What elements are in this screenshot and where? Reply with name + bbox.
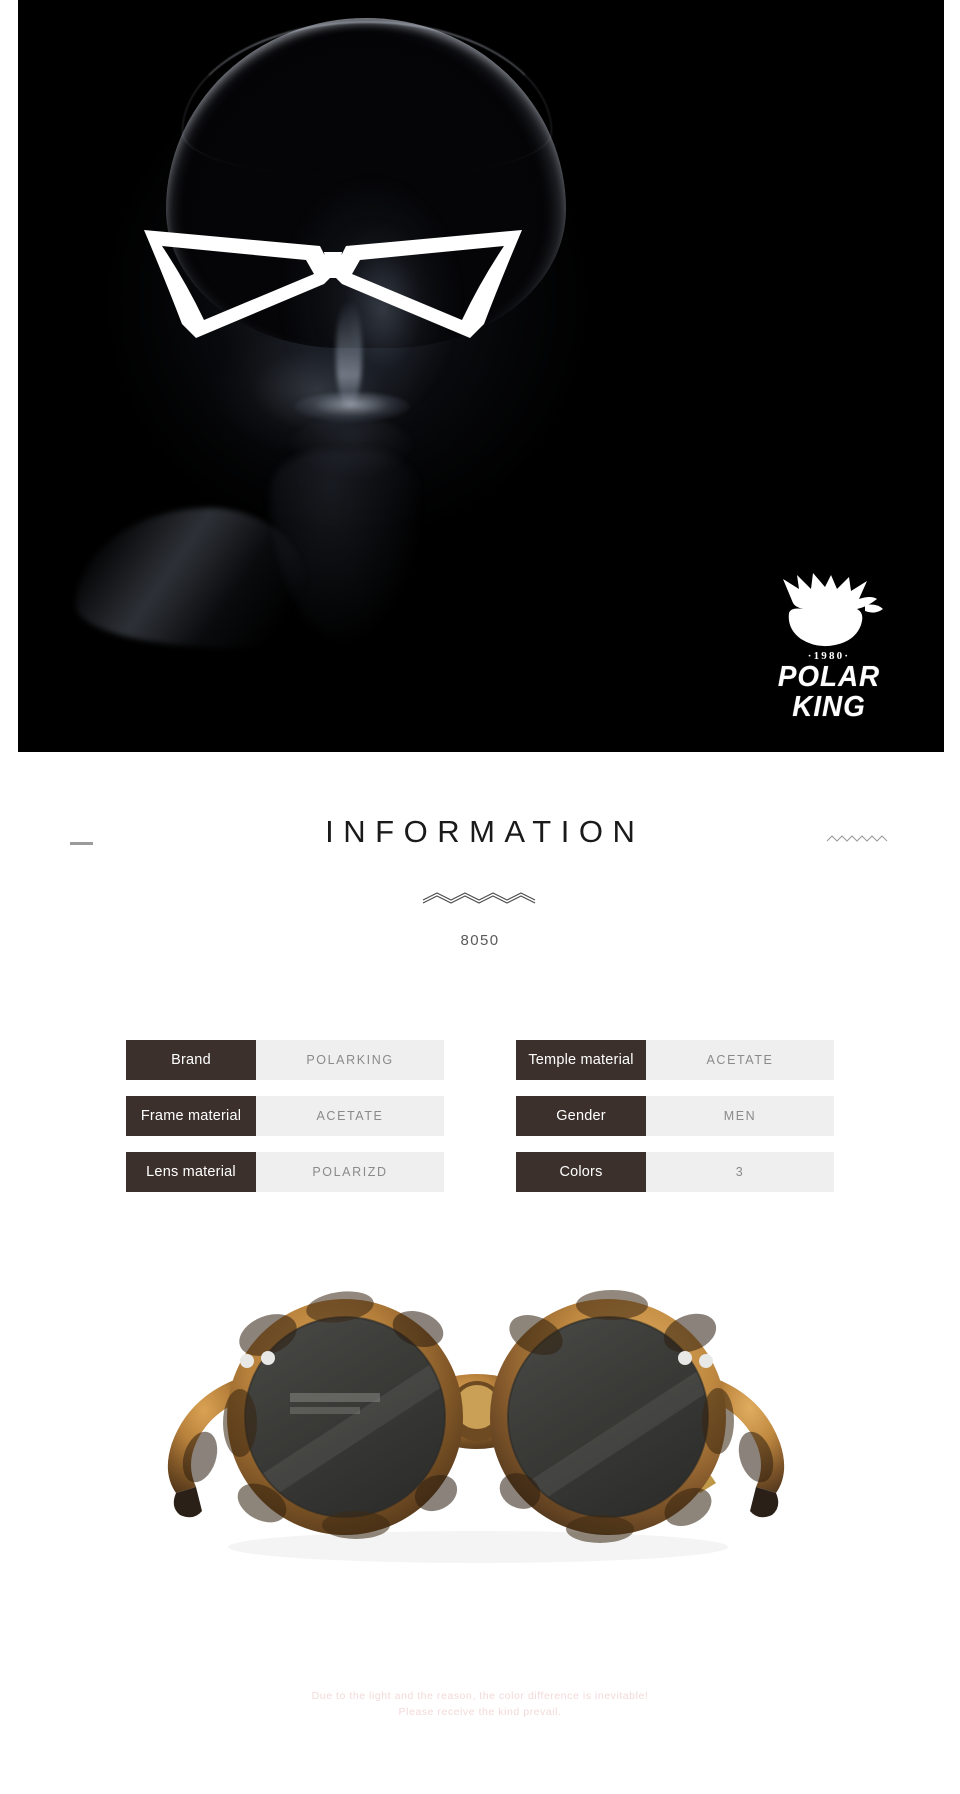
zigzag-diamond-icon xyxy=(422,892,536,904)
spec-value-colors: 3 xyxy=(646,1152,834,1192)
table-row: Lens material POLARIZD xyxy=(126,1152,444,1192)
spec-label-frame-material: Frame material xyxy=(126,1096,256,1136)
specifications-table: Brand POLARKING Frame material ACETATE L… xyxy=(0,1040,960,1192)
logo-wordmark: POLAR KING xyxy=(777,660,881,723)
spec-value-lens-material: POLARIZD xyxy=(256,1152,444,1192)
table-row: Colors 3 xyxy=(516,1152,834,1192)
zigzag-center-ornament xyxy=(0,886,960,910)
spec-value-temple-material: ACETATE xyxy=(646,1040,834,1080)
table-row: Temple material ACETATE xyxy=(516,1040,834,1080)
spec-label-gender: Gender xyxy=(516,1096,646,1136)
spec-label-lens-material: Lens material xyxy=(126,1152,256,1192)
disclaimer-line-2: Please receive the kind prevail. xyxy=(398,1706,562,1719)
color-disclaimer: Due to the light and the reason, the col… xyxy=(0,1688,960,1721)
hero-banner: ·1980· POLAR KING xyxy=(18,0,944,752)
spec-label-brand: Brand xyxy=(126,1040,256,1080)
spec-value-frame-material: ACETATE xyxy=(256,1096,444,1136)
spec-value-gender: MEN xyxy=(646,1096,834,1136)
gorilla-king-crest-icon xyxy=(783,572,883,646)
page-title: INFORMATION xyxy=(325,814,645,849)
spec-value-brand: POLARKING xyxy=(256,1040,444,1080)
information-header: INFORMATION xyxy=(0,814,960,874)
spec-label-temple-material: Temple material xyxy=(516,1040,646,1080)
spec-column-left: Brand POLARKING Frame material ACETATE L… xyxy=(126,1040,444,1192)
zigzag-right-ornament xyxy=(826,835,888,842)
hero-sunglasses-icon xyxy=(144,230,522,338)
product-photo xyxy=(167,1290,785,1563)
spec-label-colors: Colors xyxy=(516,1152,646,1192)
product-model-number: 8050 xyxy=(460,932,500,949)
disclaimer-line-1: Due to the light and the reason, the col… xyxy=(311,1690,649,1702)
brand-logo: ·1980· POLAR KING xyxy=(736,572,922,723)
spec-column-right: Temple material ACETATE Gender MEN Color… xyxy=(516,1040,834,1192)
table-row: Brand POLARKING xyxy=(126,1040,444,1080)
table-row: Frame material ACETATE xyxy=(126,1096,444,1136)
model-shoulder-highlight xyxy=(76,508,306,648)
table-row: Gender MEN xyxy=(516,1096,834,1136)
